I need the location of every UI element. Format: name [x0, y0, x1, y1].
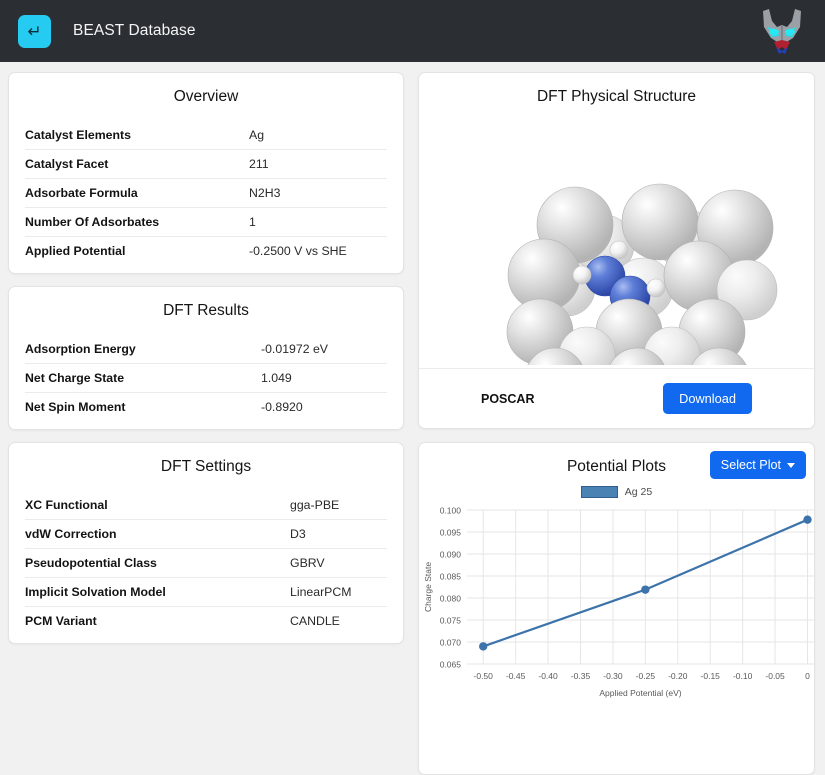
row-key: Adsorbate Formula [25, 186, 249, 200]
row-value: LinearPCM [290, 585, 352, 599]
row-key: Catalyst Facet [25, 157, 249, 171]
back-button[interactable]: ↵ [18, 15, 51, 48]
chevron-down-icon [787, 463, 795, 468]
svg-text:0.095: 0.095 [440, 528, 462, 538]
svg-text:-0.15: -0.15 [701, 671, 721, 681]
svg-text:0.100: 0.100 [440, 506, 462, 516]
dft-results-table: Adsorption Energy -0.01972 eV Net Charge… [9, 334, 403, 429]
row-key: Net Spin Moment [25, 400, 261, 414]
left-column: Overview Catalyst Elements Ag Catalyst F… [8, 72, 404, 775]
row-value: -0.2500 V vs SHE [249, 244, 347, 258]
row-key: Adsorption Energy [25, 342, 261, 356]
download-button[interactable]: Download [663, 383, 752, 414]
svg-text:0: 0 [805, 671, 810, 681]
row-value: GBRV [290, 556, 325, 570]
page-body: Overview Catalyst Elements Ag Catalyst F… [0, 62, 825, 775]
structure-viewer[interactable] [419, 120, 814, 368]
dft-settings-title: DFT Settings [9, 443, 403, 490]
row-key: Net Charge State [25, 371, 261, 385]
row-value: 1.049 [261, 371, 292, 385]
right-column: DFT Physical Structure [418, 72, 815, 775]
table-row: PCM Variant CANDLE [25, 606, 387, 635]
legend-label: Ag 25 [625, 486, 652, 498]
select-plot-button[interactable]: Select Plot [710, 451, 806, 479]
select-plot-label: Select Plot [721, 458, 781, 472]
dft-settings-card: DFT Settings XC Functional gga-PBE vdW C… [8, 442, 404, 644]
overview-title: Overview [9, 73, 403, 120]
page-title: BEAST Database [73, 22, 196, 40]
poscar-label: POSCAR [481, 392, 534, 406]
row-key: Applied Potential [25, 244, 249, 258]
table-row: XC Functional gga-PBE [25, 490, 387, 519]
table-row: Adsorption Energy -0.01972 eV [25, 334, 387, 363]
row-value: 211 [249, 157, 269, 171]
row-value: -0.01972 eV [261, 342, 328, 356]
row-value: 1 [249, 215, 256, 229]
row-key: vdW Correction [25, 527, 290, 541]
table-row: Net Spin Moment -0.8920 [25, 392, 387, 421]
svg-text:-0.20: -0.20 [668, 671, 688, 681]
svg-text:0.085: 0.085 [440, 572, 462, 582]
dft-results-card: DFT Results Adsorption Energy -0.01972 e… [8, 286, 404, 430]
structure-card: DFT Physical Structure [418, 72, 815, 429]
poscar-row: POSCAR Download [419, 368, 814, 428]
potential-plots-card: Potential Plots Select Plot Ag 25 0.0650… [418, 442, 815, 775]
table-row: Applied Potential -0.2500 V vs SHE [25, 236, 387, 265]
dft-settings-table: XC Functional gga-PBE vdW Correction D3 … [9, 490, 403, 643]
row-key: Implicit Solvation Model [25, 585, 290, 599]
row-key: Catalyst Elements [25, 128, 249, 142]
svg-text:-0.50: -0.50 [474, 671, 494, 681]
molecular-structure-render [447, 120, 787, 365]
table-row: Net Charge State 1.049 [25, 363, 387, 392]
row-value: D3 [290, 527, 306, 541]
dft-results-title: DFT Results [9, 287, 403, 334]
legend-swatch [581, 486, 618, 498]
row-key: XC Functional [25, 498, 290, 512]
table-row: Adsorbate Formula N2H3 [25, 178, 387, 207]
row-value: gga-PBE [290, 498, 339, 512]
svg-text:-0.45: -0.45 [506, 671, 526, 681]
svg-text:-0.05: -0.05 [765, 671, 785, 681]
svg-text:0.065: 0.065 [440, 660, 462, 670]
table-row: Implicit Solvation Model LinearPCM [25, 577, 387, 606]
table-row: Pseudopotential Class GBRV [25, 548, 387, 577]
svg-text:Applied Potential (eV): Applied Potential (eV) [599, 688, 681, 698]
row-value: N2H3 [249, 186, 280, 200]
overview-table: Catalyst Elements Ag Catalyst Facet 211 … [9, 120, 403, 273]
row-value: CANDLE [290, 614, 340, 628]
chart-legend: Ag 25 [419, 486, 814, 498]
structure-title: DFT Physical Structure [419, 73, 814, 120]
beast-horned-head-logo [755, 5, 809, 57]
app-header: ↵ BEAST Database [0, 0, 825, 62]
row-value: -0.8920 [261, 400, 303, 414]
row-value: Ag [249, 128, 264, 142]
table-row: vdW Correction D3 [25, 519, 387, 548]
svg-text:-0.35: -0.35 [571, 671, 591, 681]
table-row: Catalyst Facet 211 [25, 149, 387, 178]
table-row: Number Of Adsorbates 1 [25, 207, 387, 236]
charge-state-line-chart: 0.065 0.070 0.075 0.080 0.085 0.090 0.095 0.100… [419, 502, 816, 717]
row-key: PCM Variant [25, 614, 290, 628]
enter-return-arrow-icon: ↵ [27, 23, 41, 40]
svg-text:0.080: 0.080 [440, 594, 462, 604]
row-key: Pseudopotential Class [25, 556, 290, 570]
svg-text:-0.40: -0.40 [538, 671, 558, 681]
svg-text:-0.10: -0.10 [733, 671, 753, 681]
overview-card: Overview Catalyst Elements Ag Catalyst F… [8, 72, 404, 274]
row-key: Number Of Adsorbates [25, 215, 249, 229]
svg-text:-0.25: -0.25 [636, 671, 656, 681]
svg-text:Charge State: Charge State [423, 562, 433, 612]
svg-text:-0.30: -0.30 [603, 671, 623, 681]
chart-area[interactable]: 0.065 0.070 0.075 0.080 0.085 0.090 0.095 0.100… [419, 498, 814, 722]
table-row: Catalyst Elements Ag [25, 120, 387, 149]
svg-text:0.070: 0.070 [440, 638, 462, 648]
svg-text:0.090: 0.090 [440, 550, 462, 560]
svg-text:0.075: 0.075 [440, 616, 462, 626]
